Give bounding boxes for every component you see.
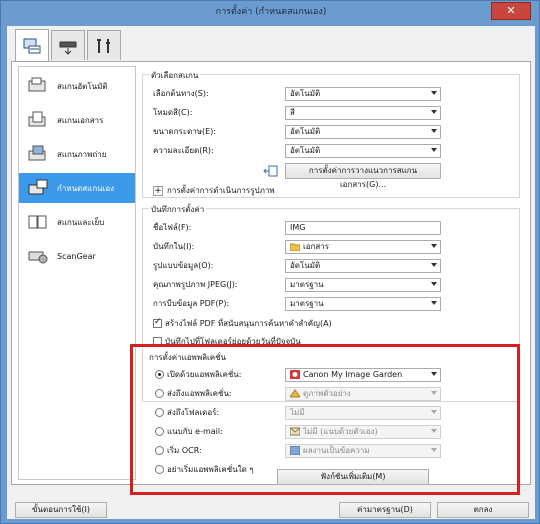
nav-label: สแกนอัตโนมัติ [57, 81, 108, 91]
nav-item-auto-scan[interactable]: สแกนอัตโนมัติ [19, 71, 135, 101]
input-value: IMG [290, 223, 306, 232]
nav-label: สแกนและเย็บ [57, 217, 105, 227]
chevron-down-icon [431, 263, 437, 267]
custom-scan-icon [28, 179, 48, 195]
scanner-icon [59, 41, 77, 55]
scan-mode-list: สแกนอัตโนมัติ สแกนเอกสาร สแกนภาพถ่าย กำห… [18, 66, 136, 480]
group-title: บันทึกการตั้งค่า [149, 203, 207, 216]
nav-label: สแกนเอกสาร [57, 115, 104, 125]
group-title: ตัวเลือกสแกน [149, 69, 201, 82]
data-format-label: รูปแบบข้อมูล(O): [153, 261, 214, 270]
pdf-compression-select[interactable]: มาตรฐาน [285, 297, 441, 311]
scan-stitch-icon [28, 215, 47, 229]
paper-size-select[interactable]: อัตโนมัติ [285, 125, 441, 139]
tab-scanner[interactable] [51, 30, 85, 60]
document-orientation-button[interactable]: การตั้งค่าการวางแนวการสแกนเอกสาร(G)... [285, 163, 441, 189]
document-scan-icon [28, 111, 46, 127]
scanner-computer-icon [23, 38, 41, 54]
folder-icon [290, 243, 300, 251]
chevron-down-icon [431, 129, 437, 133]
jpeg-quality-label: คุณภาพรูปภาพ JPEG(J): [153, 280, 238, 289]
tools-icon [97, 38, 110, 53]
tab-general[interactable] [87, 30, 121, 60]
scangear-icon [28, 251, 48, 264]
select-value: อัตโนมัติ [290, 127, 321, 136]
nav-item-scan-stitch[interactable]: สแกนและเย็บ [19, 207, 135, 237]
searchable-pdf-checkbox[interactable] [153, 317, 162, 328]
tab-bar [7, 26, 535, 62]
auto-scan-icon [28, 77, 46, 92]
save-in-select[interactable]: เอกสาร [285, 240, 441, 254]
file-name-label: ชื่อไฟล์(F): [153, 223, 192, 232]
source-label: เลือกต้นทาง(S): [153, 89, 209, 98]
expand-icon[interactable]: + [153, 186, 163, 196]
select-value: สี [290, 108, 295, 117]
close-button[interactable]: ✕ [491, 2, 531, 20]
nav-item-scangear[interactable]: ScanGear [19, 241, 135, 271]
nav-item-photo-scan[interactable]: สแกนภาพถ่าย [19, 139, 135, 169]
nav-label: กำหนดสแกนเอง [57, 183, 115, 193]
save-in-label: บันทึกใน(I): [153, 242, 195, 251]
resolution-label: ความละเอียด(R): [153, 146, 214, 155]
nav-label: สแกนภาพถ่าย [57, 149, 107, 159]
image-processing-link[interactable]: การตั้งค่าการดำเนินการรูปภาพ [167, 184, 275, 198]
resolution-select[interactable]: อัตโนมัติ [285, 144, 441, 158]
chevron-down-icon [431, 244, 437, 248]
searchable-pdf-label: สร้างไฟล์ PDF ที่สนับสนุนการค้นหาคำสำคัญ… [165, 319, 332, 328]
ok-button[interactable]: ตกลง [437, 502, 529, 518]
source-select[interactable]: อัตโนมัติ [285, 87, 441, 101]
more-functions-button[interactable]: ฟังก์ชันเพิ่มเติม(M) [277, 469, 429, 485]
file-name-input[interactable]: IMG [285, 221, 441, 235]
nav-item-custom-scan[interactable]: กำหนดสแกนเอง [19, 173, 135, 203]
title-bar: การตั้งค่า (กำหนดสแกนเอง) [1, 1, 540, 25]
color-mode-select[interactable]: สี [285, 106, 441, 120]
pdf-compression-label: การบีบข้อมูล PDF(P): [153, 299, 230, 308]
tab-scan[interactable] [15, 29, 49, 62]
chevron-down-icon [431, 148, 437, 152]
photo-scan-icon [28, 145, 46, 161]
document-orientation-icon [263, 165, 278, 177]
chevron-down-icon [431, 110, 437, 114]
instructions-button[interactable]: ขั้นตอนการใช้(I) [15, 502, 107, 518]
select-value: มาตรฐาน [290, 299, 324, 308]
data-format-select[interactable]: อัตโนมัติ [285, 259, 441, 273]
defaults-button[interactable]: ค่ามาตรฐาน(D) [339, 502, 431, 518]
window-title: การตั้งค่า (กำหนดสแกนเอง) [215, 7, 327, 17]
chevron-down-icon [431, 91, 437, 95]
select-value: อัตโนมัติ [290, 89, 321, 98]
select-value: มาตรฐาน [290, 280, 324, 289]
chevron-down-icon [431, 301, 437, 305]
settings-window: การตั้งค่า (กำหนดสแกนเอง) ✕ สแกนอัตโนมัต… [0, 0, 540, 524]
chevron-down-icon [431, 282, 437, 286]
scan-options-group: ตัวเลือกสแกน เลือกต้นทาง(S): อัตโนมัติ โ… [142, 69, 520, 198]
color-mode-label: โหมดสี(C): [153, 108, 193, 117]
paper-size-label: ขนาดกระดาษ(E): [153, 127, 217, 136]
select-value: อัตโนมัติ [290, 261, 321, 270]
jpeg-quality-select[interactable]: มาตรฐาน [285, 278, 441, 292]
select-value: อัตโนมัติ [290, 146, 321, 155]
select-value: เอกสาร [303, 242, 330, 251]
nav-label: ScanGear [57, 251, 96, 261]
nav-item-document-scan[interactable]: สแกนเอกสาร [19, 105, 135, 135]
